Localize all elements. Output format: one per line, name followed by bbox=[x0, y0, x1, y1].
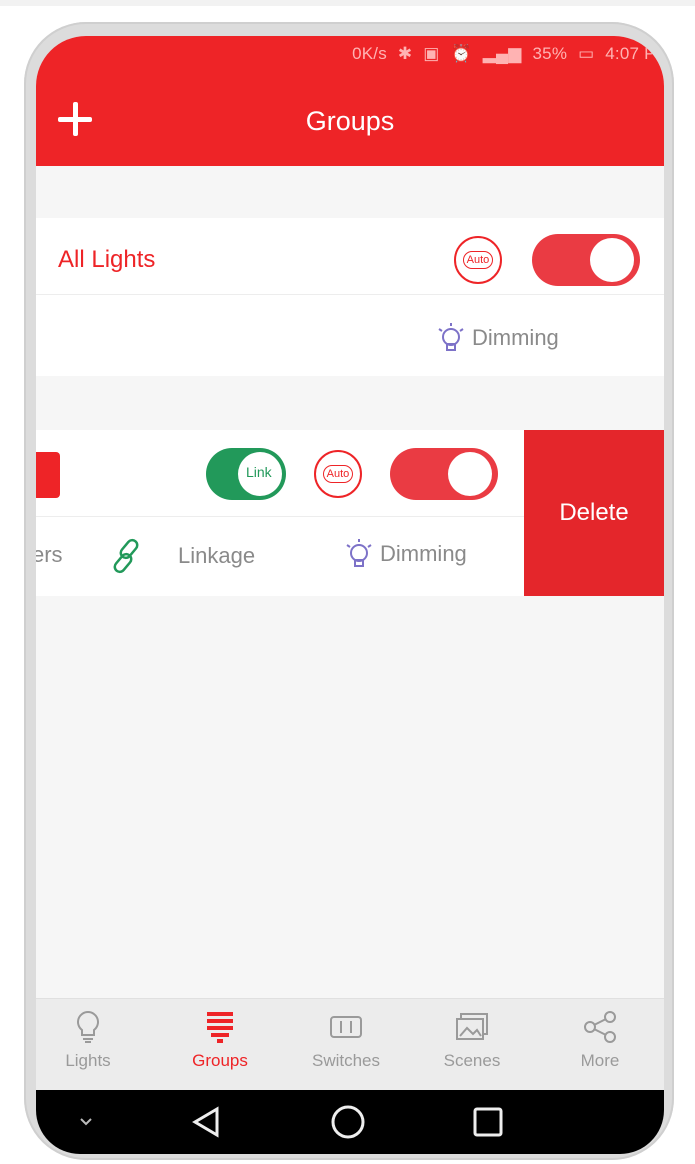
hide-nav-button[interactable] bbox=[76, 1102, 96, 1142]
divider bbox=[36, 294, 664, 295]
bulb-icon bbox=[438, 323, 464, 351]
auto-button[interactable]: Auto bbox=[314, 450, 362, 498]
bottom-navigation: Lights Groups Switches Scenes More bbox=[36, 998, 664, 1091]
delete-button[interactable]: Delete bbox=[524, 430, 664, 596]
back-triangle-icon bbox=[192, 1106, 219, 1138]
lightbulb-icon bbox=[77, 1010, 99, 1043]
dimming-label: Dimming bbox=[380, 541, 467, 566]
link-label: Link bbox=[246, 464, 272, 480]
group-name: All Lights bbox=[58, 246, 156, 273]
signal-icon: ▂▄▆ bbox=[482, 44, 522, 63]
members-action[interactable]: ers bbox=[36, 542, 63, 568]
auto-label: Auto bbox=[462, 251, 494, 269]
linkage-action[interactable]: Linkage bbox=[108, 536, 255, 576]
nav-scenes[interactable]: Scenes bbox=[422, 1007, 522, 1071]
group-card-swiped[interactable]: Link Auto ers Linkage Dimming bbox=[36, 430, 524, 596]
nav-more[interactable]: More bbox=[550, 1007, 650, 1071]
home-circle-icon bbox=[331, 1105, 365, 1139]
battery-level: 35% bbox=[532, 44, 568, 63]
bulb-icon bbox=[346, 539, 372, 567]
power-toggle[interactable] bbox=[390, 448, 498, 500]
share-icon bbox=[584, 1011, 616, 1043]
auto-button[interactable]: Auto bbox=[454, 236, 502, 284]
status-bar: 0K/s ✱ ▣ ⏰ ▂▄▆ 35% ▭ 4:07 PM bbox=[346, 44, 664, 72]
recents-button[interactable] bbox=[468, 1102, 508, 1142]
chevron-down-icon bbox=[80, 1118, 92, 1126]
app-screen: 0K/s ✱ ▣ ⏰ ▂▄▆ 35% ▭ 4:07 PM Groups All … bbox=[36, 36, 664, 1154]
power-toggle[interactable] bbox=[532, 234, 640, 286]
bluetooth-icon: ✱ bbox=[397, 44, 413, 63]
nav-lights[interactable]: Lights bbox=[38, 1007, 138, 1071]
page-title: Groups bbox=[305, 106, 395, 136]
auto-label: Auto bbox=[322, 465, 354, 483]
nav-label: Groups bbox=[192, 1051, 248, 1070]
clock: 4:07 PM bbox=[605, 44, 664, 63]
nav-label: Lights bbox=[65, 1051, 111, 1070]
nav-groups[interactable]: Groups bbox=[170, 1007, 270, 1071]
nav-label: Switches bbox=[311, 1051, 381, 1070]
link-icon bbox=[113, 538, 139, 574]
vibrate-icon: ▣ bbox=[423, 44, 440, 63]
home-button[interactable] bbox=[326, 1102, 370, 1142]
back-button[interactable] bbox=[186, 1102, 226, 1142]
dimming-action[interactable]: Dimming bbox=[436, 322, 559, 354]
group-card-all-lights[interactable]: All Lights Auto Dimming bbox=[36, 218, 664, 376]
app-bar: 0K/s ✱ ▣ ⏰ ▂▄▆ 35% ▭ 4:07 PM Groups bbox=[36, 36, 664, 166]
top-strip bbox=[0, 0, 695, 6]
group-color-tag bbox=[36, 452, 60, 498]
divider bbox=[36, 516, 524, 517]
members-label: ers bbox=[36, 542, 63, 567]
scenes-icon bbox=[456, 1013, 488, 1040]
linkage-label: Linkage bbox=[178, 543, 256, 568]
toggle-knob bbox=[448, 452, 492, 496]
network-speed: 0K/s bbox=[352, 44, 387, 63]
recents-square-icon bbox=[473, 1107, 503, 1137]
link-toggle[interactable]: Link bbox=[206, 448, 286, 500]
nav-label: Scenes bbox=[443, 1051, 501, 1070]
battery-icon: ▭ bbox=[578, 44, 595, 63]
alarm-icon: ⏰ bbox=[450, 44, 472, 63]
groups-icon bbox=[207, 1012, 233, 1043]
dimming-label: Dimming bbox=[472, 325, 559, 350]
nav-switches[interactable]: Switches bbox=[296, 1007, 396, 1071]
nav-label: More bbox=[580, 1051, 620, 1070]
toggle-knob bbox=[590, 238, 634, 282]
switch-icon bbox=[330, 1016, 362, 1038]
dimming-action[interactable]: Dimming bbox=[344, 538, 467, 570]
system-navigation-bar bbox=[36, 1090, 664, 1154]
